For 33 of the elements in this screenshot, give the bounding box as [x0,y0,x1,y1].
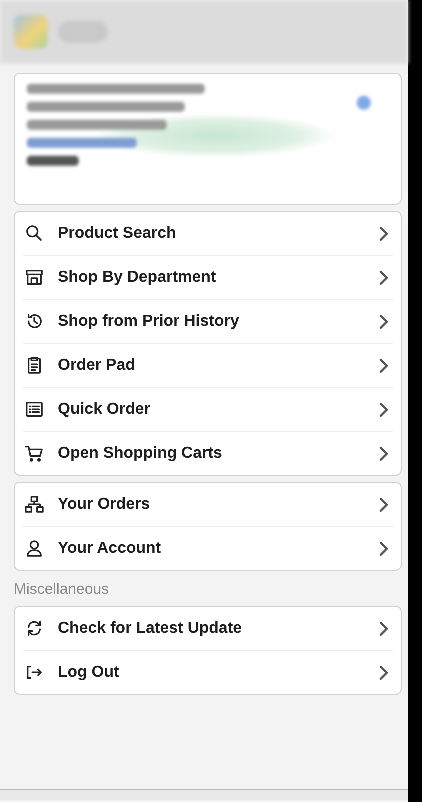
search-icon [25,224,44,243]
menu-item[interactable]: Open Shopping Carts [58,444,365,462]
chevron-right-icon[interactable] [379,402,389,418]
logout-icon [25,663,44,682]
menu-item[interactable]: Quick Order [58,400,365,418]
cart-icon [25,444,44,463]
menu-item[interactable]: Order Pad [58,356,365,374]
app-logo-icon [14,15,48,49]
refresh-icon [25,619,44,638]
menu-item[interactable]: Your Account [58,540,365,558]
section-heading: Miscellaneous [13,580,110,600]
chevron-right-icon[interactable] [379,620,389,636]
menu-item[interactable]: Product Search [58,224,365,242]
chevron-right-icon[interactable] [379,540,389,556]
chevron-right-icon[interactable] [379,358,389,374]
storefront-icon [25,268,44,287]
person-icon [25,539,44,558]
history-icon [25,312,44,331]
chevron-right-icon[interactable] [379,226,389,242]
hierarchy-icon [25,495,44,514]
menu-item[interactable]: Your Orders [58,496,365,514]
chevron-right-icon[interactable] [379,314,389,330]
menu-item[interactable]: Log Out [58,664,365,682]
chevron-right-icon[interactable] [379,664,389,680]
chevron-right-icon[interactable] [379,496,389,512]
clipboard-icon [25,356,44,375]
menu-item[interactable]: Check for Latest Update [58,620,365,638]
chevron-right-icon[interactable] [379,446,389,462]
menu-item[interactable]: Shop from Prior History [58,312,365,330]
list-icon [25,400,44,419]
menu-item[interactable]: Shop By Department [58,268,365,286]
blurred-text [27,156,79,166]
chevron-right-icon[interactable] [379,270,389,286]
